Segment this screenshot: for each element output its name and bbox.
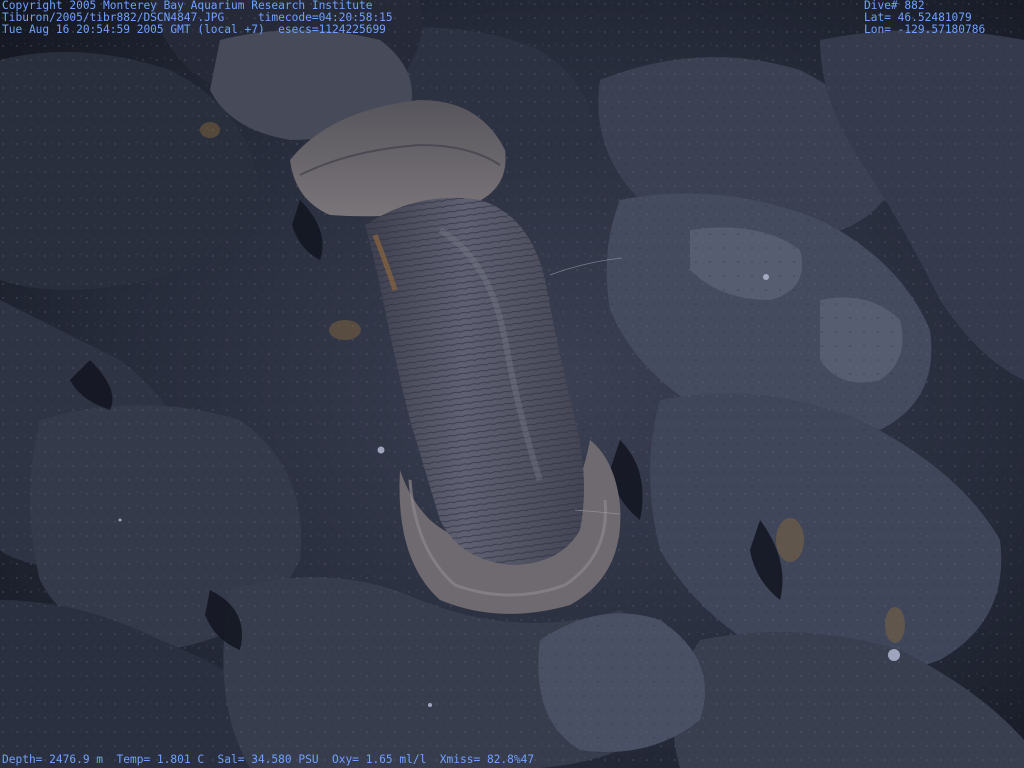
date-esecs-line: Tue Aug 16 20:54:59 2005 GMT (local +7) … bbox=[2, 23, 386, 36]
metadata-header-right: Dive# 882 Lat= 46.52481079 Lon= -129.571… bbox=[864, 0, 985, 36]
metadata-header-left: Copyright 2005 Monterey Bay Aquarium Res… bbox=[2, 0, 393, 36]
telemetry-line: Depth= 2476.9 m Temp= 1.801 C Sal= 34.58… bbox=[2, 753, 535, 766]
seafloor-photo bbox=[0, 0, 1024, 768]
telemetry-footer: Depth= 2476.9 m Temp= 1.801 C Sal= 34.58… bbox=[2, 754, 534, 766]
longitude: Lon= -129.57180786 bbox=[864, 23, 986, 36]
